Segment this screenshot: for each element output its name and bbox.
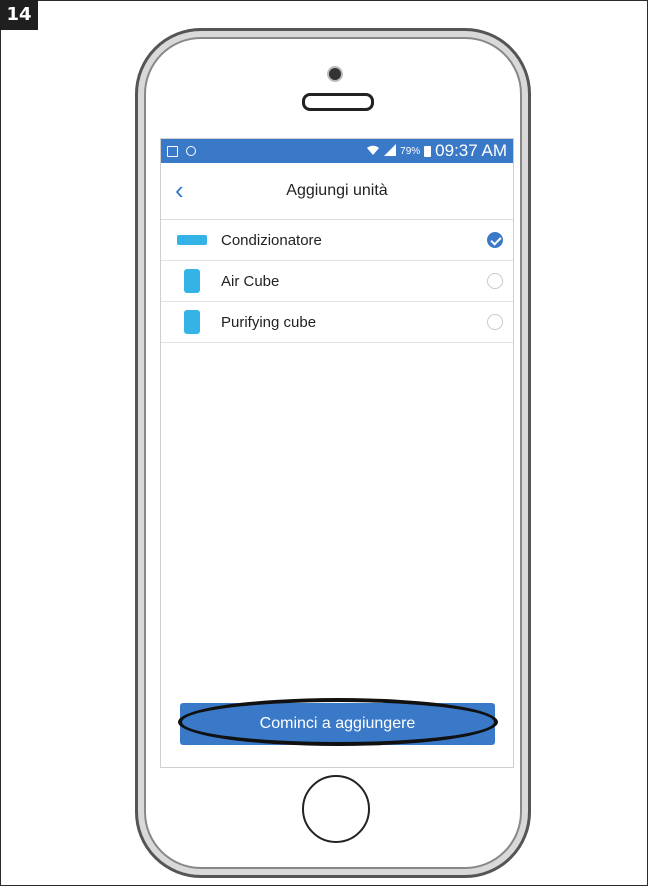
phone-screen: 79% 09:37 AM ‹ Aggiungi unità Condiziona… (160, 138, 514, 768)
battery-percentage: 79% (400, 145, 421, 157)
page-title: Aggiungi unità (286, 182, 388, 199)
app-header: ‹ Aggiungi unità (161, 163, 513, 220)
speaker-grille (302, 93, 374, 111)
unit-label: Air Cube (221, 272, 280, 290)
shield-notification-icon (186, 146, 196, 156)
air-conditioner-icon (177, 235, 207, 245)
battery-icon (424, 145, 432, 157)
unit-label: Condizionatore (221, 231, 322, 249)
signal-icon (384, 143, 397, 159)
back-chevron-icon[interactable]: ‹ (175, 177, 184, 203)
unselected-radio[interactable] (487, 273, 503, 289)
step-number-badge: 14 (0, 0, 38, 30)
camera-icon (327, 66, 343, 82)
unit-type-list: Condizionatore Air Cube Purifying cube (161, 220, 513, 343)
air-cube-icon (184, 269, 200, 293)
unselected-radio[interactable] (487, 314, 503, 330)
gallery-notification-icon (167, 145, 178, 157)
list-item-purifying-cube[interactable]: Purifying cube (161, 302, 513, 343)
home-button[interactable] (302, 775, 370, 843)
list-item-condizionatore[interactable]: Condizionatore (161, 220, 513, 261)
status-bar: 79% 09:37 AM (161, 139, 513, 163)
status-time: 09:37 AM (435, 141, 507, 160)
wifi-icon (366, 144, 380, 159)
start-adding-button[interactable]: Cominci a aggiungere (180, 703, 495, 745)
purifier-cube-icon (184, 310, 200, 334)
unit-label: Purifying cube (221, 313, 317, 331)
list-item-air-cube[interactable]: Air Cube (161, 261, 513, 302)
selected-check-radio[interactable] (487, 232, 503, 248)
